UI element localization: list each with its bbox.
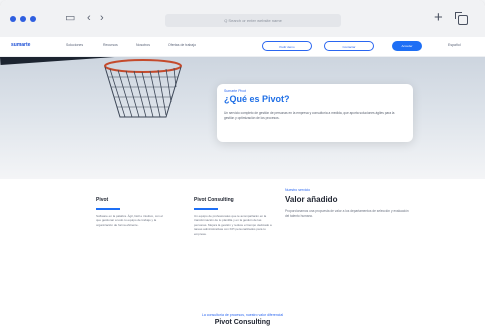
nav-recursos[interactable]: Recursos [103,43,118,47]
feature-title: Pivot [96,197,109,203]
site-logo[interactable]: sumarte [11,42,30,48]
feature-body: Un equipo de profesionales que te acompa… [194,214,272,236]
nav-soluciones[interactable]: Soluciones [66,43,83,47]
address-bar[interactable]: Q Search or enter website name [165,14,341,27]
browser-window: ▭ ‹ › Q Search or enter website name + s… [0,0,485,332]
nav-ofertas[interactable]: Ofertas de trabajo [168,43,196,47]
language-select[interactable]: Español [448,43,461,47]
bottom-eyebrow: La consultoría de procesos, nuestro valo… [201,313,284,317]
feature-accent-bar [96,208,120,210]
value-eyebrow: Nuestro servicio [285,188,311,192]
demo-button[interactable]: Pedir demo [262,41,312,51]
feature-title: Pivot Consulting [194,197,234,203]
hero-body: Un servicio completo de gestión de perso… [224,111,395,120]
contact-button[interactable]: Contactar [324,41,374,51]
tabs-overview-icon[interactable] [455,12,468,25]
site-navbar: sumarte Soluciones Recursos Nosotros Ofe… [0,37,485,57]
login-button[interactable]: Acceder [392,41,422,51]
sidebar-icon[interactable]: ▭ [65,11,75,25]
hero-card: Sumarte Pivot ¿Qué es Pivot? Un servicio… [217,84,413,142]
hero-eyebrow: Sumarte Pivot [224,89,246,93]
feature-accent-bar [194,208,218,210]
forward-button[interactable]: › [100,11,104,25]
feature-body: Software en la palabra. Ágil, fácil e in… [96,214,163,227]
window-dot-minimize[interactable] [20,16,26,22]
browser-toolbar: ▭ ‹ › Q Search or enter website name + [0,0,485,38]
hero-title: ¿Qué es Pivot? [224,94,290,104]
new-tab-button[interactable]: + [434,9,443,27]
value-title: Valor añadido [285,195,338,204]
back-button[interactable]: ‹ [87,11,91,25]
window-dot-zoom[interactable] [30,16,36,22]
window-dot-close[interactable] [10,16,16,22]
nav-nosotros[interactable]: Nosotros [136,43,150,47]
feature-pivot: Pivot Software en la palabra. Ágil, fáci… [96,197,166,227]
value-body: Proporcionamos una propuesta de valor a … [285,209,409,218]
bottom-title: Pivot Consulting [214,319,271,326]
feature-pivot-consulting: Pivot Consulting Un equipo de profesiona… [194,197,274,236]
